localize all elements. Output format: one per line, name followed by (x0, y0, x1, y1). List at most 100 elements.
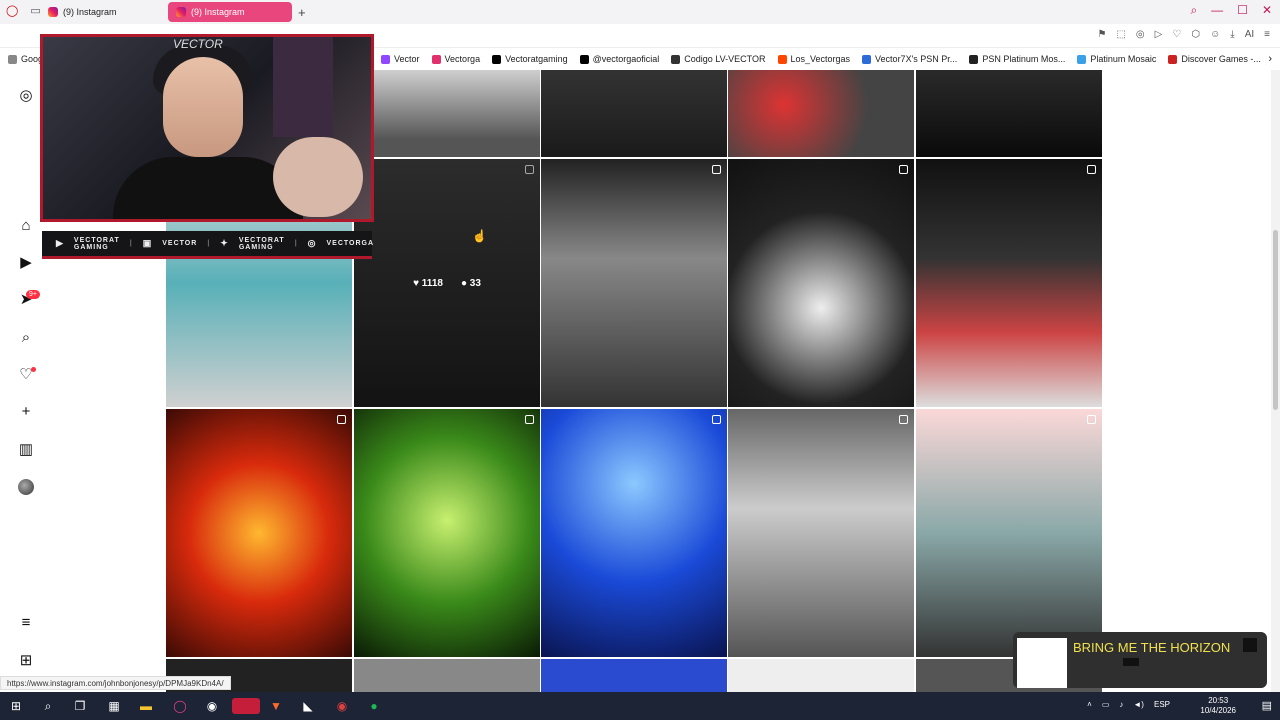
social-links-bar: ▶ VECTORAT GAMING | ▣ VECTOR | ✦ VECTORA… (42, 231, 373, 259)
dashboard-icon[interactable]: ▥ (18, 441, 34, 458)
instagram-logo-icon[interactable]: ◎ (18, 87, 34, 104)
post-thumbnail[interactable]: ♥ 1118 ● 33 (354, 159, 540, 407)
meta-icon[interactable]: ⊞ (18, 652, 34, 669)
post-thumbnail[interactable] (728, 70, 914, 157)
extensions-icon[interactable]: ⬡ (1191, 29, 1200, 40)
task-view-icon[interactable]: ❐ (72, 698, 88, 714)
menu-icon[interactable]: ≡ (18, 614, 34, 631)
start-icon[interactable]: ⊞ (8, 698, 24, 714)
post-thumbnail[interactable] (166, 409, 352, 657)
maximize-icon[interactable]: ☐ (1237, 3, 1248, 18)
search-icon[interactable]: ⌕ (18, 329, 34, 346)
code-icon (671, 54, 681, 64)
widget-block (1123, 658, 1139, 666)
album-art (1017, 638, 1067, 688)
carousel-icon (712, 415, 721, 424)
brave-icon[interactable]: ▼ (268, 698, 284, 714)
microphone-icon[interactable]: ♪ (1119, 700, 1123, 709)
post-thumbnail[interactable] (354, 70, 540, 157)
post-thumbnail[interactable] (541, 70, 727, 157)
post-thumbnail[interactable] (916, 159, 1102, 407)
twitch-icon: ▣ (142, 238, 153, 248)
snapshot-icon[interactable]: ⬚ (1116, 29, 1125, 40)
bookmark-item[interactable]: @vectorgaoficial (579, 54, 659, 64)
steam-icon[interactable]: ◉ (204, 698, 220, 714)
bookmark-item[interactable]: Goog (8, 54, 43, 64)
post-thumbnail[interactable] (354, 409, 540, 657)
post-thumbnail[interactable] (916, 409, 1102, 657)
post-thumbnail[interactable] (728, 159, 914, 407)
new-tab-button[interactable]: + (298, 5, 306, 20)
heart-icon[interactable]: ♡ (1172, 29, 1181, 40)
scrollbar-thumb[interactable] (1273, 230, 1278, 410)
bookmark-item[interactable]: Los_Vectorgas (777, 54, 850, 64)
webcam-overlay: VECTOR (40, 34, 374, 222)
bookmark-item[interactable]: Discover Games -... (1168, 54, 1261, 64)
record-icon[interactable]: ◉ (334, 698, 350, 714)
bookmark-item[interactable]: Vector (381, 54, 420, 64)
search-icon[interactable]: ⌕ (1190, 3, 1197, 18)
tab-instagram-1[interactable]: (9) Instagram (40, 2, 164, 22)
carousel-icon (1087, 415, 1096, 424)
post-thumbnail[interactable] (541, 409, 727, 657)
profile-avatar[interactable] (18, 479, 34, 495)
bookmark-item[interactable]: Vectorga (431, 54, 480, 64)
browser-tab-bar: ◯ ▭ (9) Instagram (9) Instagram + ⌕ — ☐ … (0, 0, 1280, 24)
create-icon[interactable]: + (18, 403, 34, 420)
streamer-hand (273, 137, 363, 217)
x-icon (492, 54, 502, 64)
bookmark-item[interactable]: PSN Platinum Mos... (969, 54, 1065, 64)
streamer-face (163, 57, 243, 157)
obs-app-icon[interactable] (232, 698, 260, 714)
search-icon[interactable]: ⌕ (40, 698, 56, 714)
post-thumbnail[interactable] (728, 659, 914, 692)
social-label: VECTORAT GAMING (73, 236, 120, 251)
lens-icon[interactable]: ◎ (1136, 29, 1145, 40)
carousel-icon (1087, 165, 1096, 174)
home-icon[interactable]: ⌂ (18, 217, 34, 234)
account-icon[interactable]: ☺ (1210, 29, 1220, 40)
webcam-title: VECTOR (173, 37, 223, 51)
post-thumbnail[interactable] (541, 659, 727, 692)
download-icon[interactable]: ⤓ (1230, 29, 1234, 40)
menu-icon[interactable]: ≡ (1264, 29, 1270, 40)
reels-icon[interactable]: ▶ (18, 254, 34, 271)
carousel-icon (337, 415, 346, 424)
post-thumbnail[interactable] (728, 409, 914, 657)
spotify-icon[interactable]: ● (366, 698, 382, 714)
clock[interactable]: 20:53 10/4/2026 (1200, 696, 1236, 716)
bookmark-item[interactable]: Vectoratgaming (492, 54, 568, 64)
post-thumbnail[interactable] (541, 159, 727, 407)
tab-label: (9) Instagram (63, 7, 117, 17)
close-icon[interactable]: ✕ (1262, 3, 1272, 18)
bookmark-item[interactable]: Codigo LV-VECTOR (671, 54, 766, 64)
instagram-favicon-icon (48, 7, 58, 17)
carousel-icon (899, 165, 908, 174)
language-indicator[interactable]: ESP (1154, 700, 1170, 709)
app-icon[interactable]: ◣ (300, 698, 316, 714)
bookmark-item[interactable]: Vector7X's PSN Pr... (862, 54, 957, 64)
network-icon[interactable]: ▭ (1102, 700, 1110, 709)
post-thumbnail[interactable] (916, 70, 1102, 157)
tiktok-icon (579, 54, 589, 64)
browser-menu-icons[interactable]: ◯ ▭ (6, 4, 41, 17)
post-thumbnail[interactable] (354, 659, 540, 692)
opera-icon[interactable]: ◯ (172, 698, 188, 714)
page-scrollbar[interactable] (1271, 70, 1280, 692)
pin-icon[interactable]: ⚑ (1098, 29, 1107, 40)
bookmark-item[interactable]: Platinum Mosaic (1077, 54, 1156, 64)
carousel-icon (899, 415, 908, 424)
tab-manager-icon[interactable]: ▭ (30, 4, 40, 17)
opera-logo-icon[interactable]: ◯ (6, 4, 18, 17)
volume-icon[interactable]: ◄) (1133, 700, 1144, 709)
play-icon[interactable]: ▷ (1155, 29, 1163, 40)
tab-instagram-2[interactable]: (9) Instagram (168, 2, 292, 22)
file-explorer-icon[interactable]: ▬ (138, 698, 154, 714)
ai-icon[interactable]: AI (1245, 29, 1254, 40)
bookmarks-more-icon[interactable]: › (1268, 53, 1272, 65)
instagram-icon (431, 54, 441, 64)
tray-arrow-icon[interactable]: ˄ (1087, 700, 1092, 709)
notifications-icon[interactable]: ▤ (1262, 699, 1272, 712)
minimize-icon[interactable]: — (1211, 3, 1223, 18)
app-icon[interactable]: ▦ (106, 698, 122, 714)
